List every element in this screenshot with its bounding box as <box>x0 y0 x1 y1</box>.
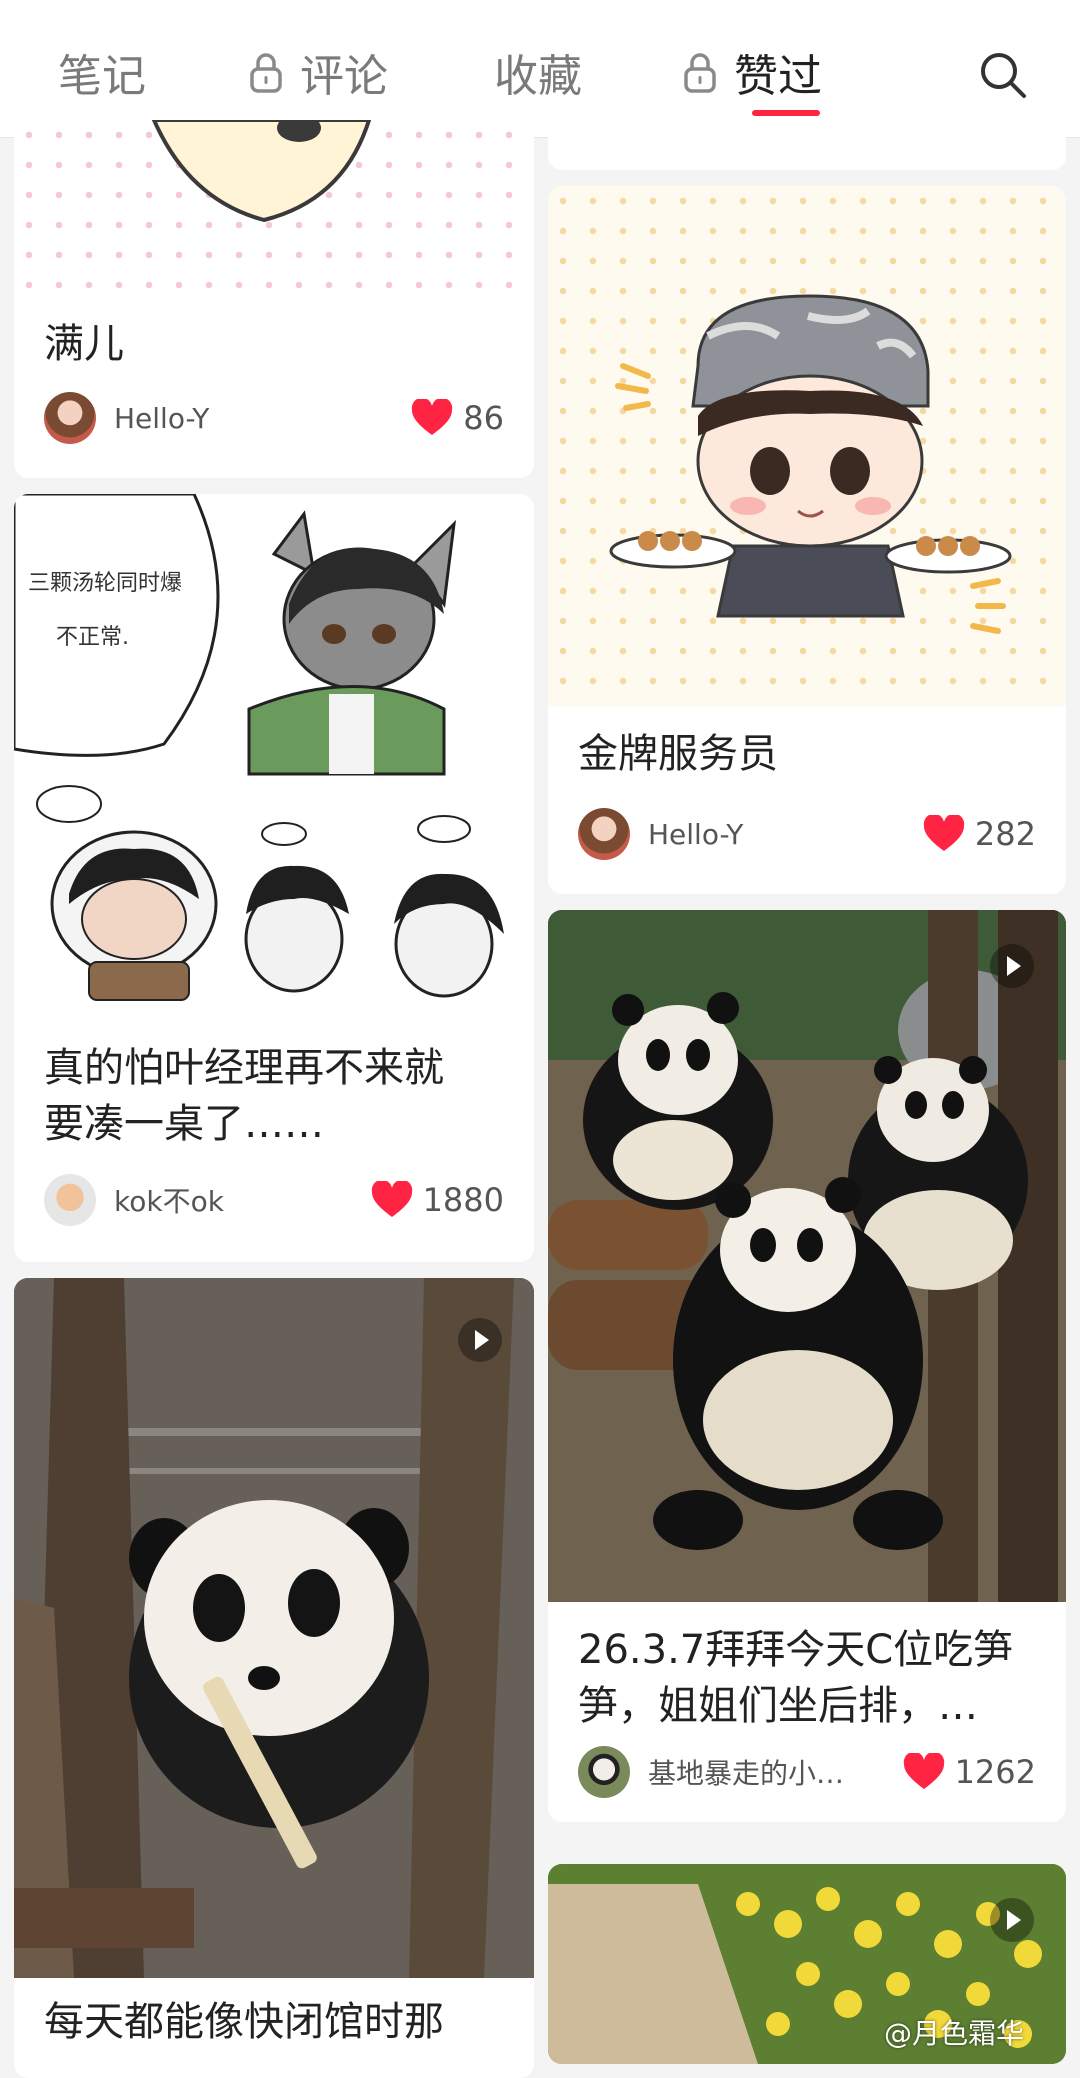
like-count[interactable]: 282 <box>923 815 1036 853</box>
card-title: 26.3.7拜拜今天C位吃笋 笋，姐姐们坐后排，… <box>578 1622 1036 1734</box>
note-card[interactable] <box>548 120 1066 170</box>
heart-icon <box>371 1181 412 1217</box>
heart-icon <box>412 399 453 435</box>
card-title: 真的怕叶经理再不来就 要凑一桌了…… <box>44 1040 504 1152</box>
like-count-value: 282 <box>974 815 1036 853</box>
card-meta: Hello-Y 86 <box>44 392 504 444</box>
card-meta: kok不ok 1880 <box>44 1174 504 1226</box>
panda-group-photo <box>548 910 1066 1602</box>
chibi-waiter-illustration <box>609 294 1012 634</box>
card-cover-image <box>548 186 1066 706</box>
tab-comments[interactable]: 评论 <box>250 40 388 104</box>
comic-speech-text: 不正常. <box>56 625 129 650</box>
avatar[interactable] <box>44 1174 96 1226</box>
card-title-line: 笋，姐姐们坐后排，… <box>578 1683 978 1729</box>
active-tab-indicator <box>752 110 820 116</box>
card-title-line: 26.3.7拜拜今天C位吃笋 <box>578 1627 1014 1673</box>
tab-comments-label: 评论 <box>300 51 388 102</box>
tab-favorites-label: 收藏 <box>494 51 582 102</box>
like-count-value: 1262 <box>954 1753 1036 1791</box>
author-name[interactable]: Hello-Y <box>648 818 923 851</box>
tab-notes[interactable]: 笔记 <box>58 40 146 104</box>
comic-speech-text: 三颗汤轮同时爆 <box>28 571 182 596</box>
card-cover-image <box>14 1278 534 1978</box>
lock-icon <box>250 53 282 93</box>
author-name[interactable]: Hello-Y <box>114 402 411 435</box>
video-play-icon <box>458 1318 502 1362</box>
watermark: @月色霜华 <box>884 2017 1025 2050</box>
author-name[interactable]: kok不ok <box>114 1180 371 1220</box>
video-play-icon <box>990 1898 1034 1942</box>
card-title: 每天都能像快闭馆时那 <box>44 1999 444 2045</box>
panda-photo <box>14 1278 534 1978</box>
card-title-line: 真的怕叶经理再不来就 <box>44 1045 444 1091</box>
card-title: 金牌服务员 <box>578 731 778 777</box>
like-count[interactable]: 1262 <box>903 1753 1036 1791</box>
note-card[interactable]: 金牌服务员 Hello-Y 282 <box>548 186 1066 894</box>
card-cover-image <box>548 910 1066 1602</box>
avatar[interactable] <box>44 392 96 444</box>
card-title: 满儿 <box>44 321 124 367</box>
card-meta: Hello-Y 282 <box>578 808 1036 860</box>
like-count[interactable]: 86 <box>411 399 504 437</box>
comic-illustration: 三颗汤轮同时爆 不正常. <box>14 494 504 1001</box>
search-icon[interactable] <box>978 50 1028 100</box>
card-title-line: 要凑一桌了…… <box>44 1101 324 1147</box>
heart-icon <box>923 815 965 851</box>
note-card[interactable]: 三颗汤轮同时爆 不正常. 真的怕叶经理再不来就 要凑一桌了…… kok不ok 1… <box>14 494 534 1262</box>
avatar[interactable] <box>578 1746 630 1798</box>
tab-favorites[interactable]: 收藏 <box>494 40 582 104</box>
like-count-value: 1880 <box>422 1181 504 1219</box>
card-meta: 基地暴走的小… 1262 <box>578 1746 1036 1798</box>
like-count-value: 86 <box>463 399 504 437</box>
tab-liked[interactable]: 赞过 <box>684 40 822 104</box>
card-cover-image: 三颗汤轮同时爆 不正常. <box>14 494 534 1028</box>
video-play-icon <box>990 944 1034 988</box>
like-count[interactable]: 1880 <box>371 1181 504 1219</box>
lock-icon <box>684 53 716 93</box>
cartoon-face-illustration <box>151 120 372 223</box>
tab-liked-label: 赞过 <box>734 51 822 102</box>
tab-notes-label: 笔记 <box>58 51 146 102</box>
note-card[interactable]: 每天都能像快闭馆时那 <box>14 1278 534 2078</box>
card-cover-image <box>14 120 534 290</box>
top-tab-bar: 笔记 评论 收藏 赞过 <box>0 0 1080 138</box>
author-name[interactable]: 基地暴走的小… <box>648 1752 903 1792</box>
heart-icon <box>903 1753 944 1789</box>
note-card[interactable]: 26.3.7拜拜今天C位吃笋 笋，姐姐们坐后排，… 基地暴走的小… 1262 <box>548 910 1066 1822</box>
note-card[interactable]: 满儿 Hello-Y 86 <box>14 120 534 478</box>
avatar[interactable] <box>578 808 630 860</box>
